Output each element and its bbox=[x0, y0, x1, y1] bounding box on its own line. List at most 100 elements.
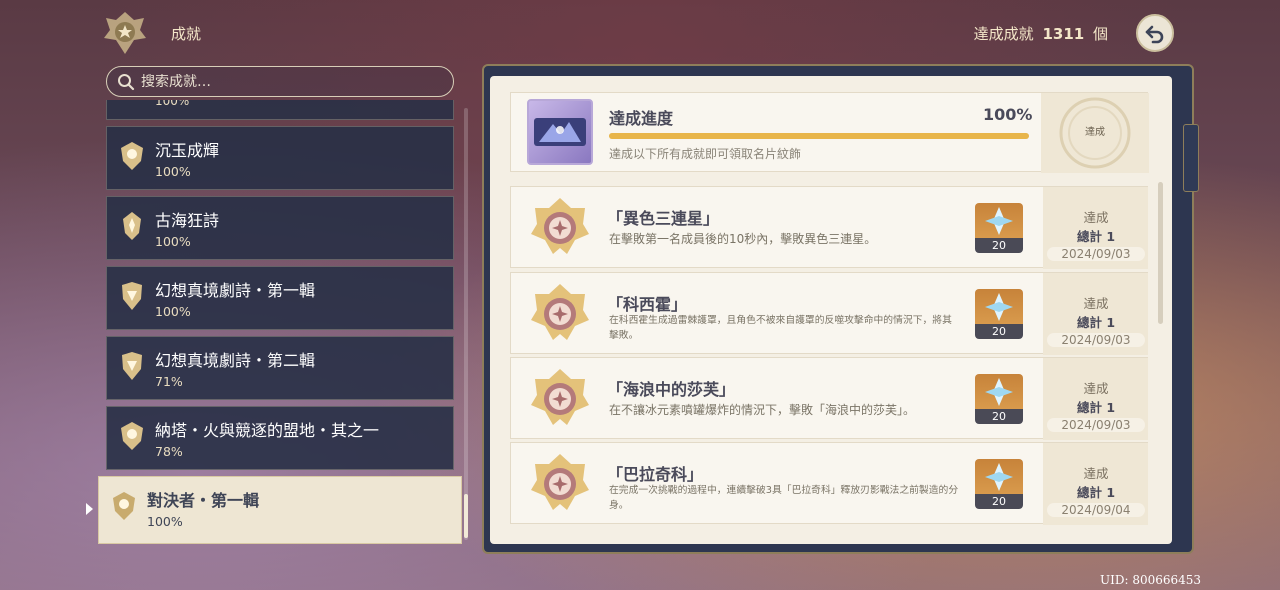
status-label: 達成 bbox=[1083, 381, 1109, 396]
achievement-medal-icon bbox=[531, 454, 589, 510]
completion-date: 2024/09/03 bbox=[1047, 247, 1145, 261]
category-name: 古海狂詩 bbox=[155, 211, 220, 230]
category-name: 沉玉成輝 bbox=[155, 141, 220, 160]
category-crest-icon bbox=[121, 142, 143, 170]
progress-description: 達成以下所有成就即可領取名片紋飾 bbox=[609, 147, 802, 161]
primogem-icon bbox=[985, 207, 1013, 235]
category-item-selected[interactable]: 對決者・第一輯 100% bbox=[98, 476, 462, 544]
achievement-status: 達成 總計 1 2024/09/03 bbox=[1043, 358, 1148, 440]
completed-seal: 達成 bbox=[1041, 93, 1149, 173]
category-percent: 100% bbox=[155, 100, 190, 108]
achievement-list[interactable]: 「異色三連星」 在擊敗第一名成員後的10秒內，擊敗異色三連星。 20 達成 總計… bbox=[510, 186, 1148, 544]
achievement-row[interactable]: 「海浪中的莎芙」 在不讓冰元素噴罐爆炸的情況下，擊敗「海浪中的莎芙」。 20 達… bbox=[510, 357, 1148, 440]
category-percent: 78% bbox=[155, 444, 183, 459]
status-total: 總計 1 bbox=[1076, 315, 1116, 330]
achievement-description: 在完成一次挑戰的過程中，連續擊破3具「巴拉奇科」釋放刃影戰法之前製造的分身。 bbox=[609, 485, 959, 511]
progress-bar bbox=[609, 133, 1029, 139]
achievement-medal-icon bbox=[531, 284, 589, 340]
count-value: 1311 bbox=[1042, 25, 1085, 43]
primogem-icon bbox=[985, 378, 1013, 406]
achievement-description: 在不讓冰元素噴罐爆炸的情況下，擊敗「海浪中的莎芙」。 bbox=[609, 403, 916, 417]
achievement-medal-icon bbox=[531, 198, 589, 254]
search-input[interactable] bbox=[141, 73, 441, 90]
player-uid: UID: 800666453 bbox=[1100, 573, 1202, 587]
achievement-status: 達成 總計 1 2024/09/03 bbox=[1043, 273, 1148, 355]
completion-date: 2024/09/03 bbox=[1047, 333, 1145, 347]
achievement-trophy-icon bbox=[104, 12, 146, 54]
status-total: 總計 1 bbox=[1076, 485, 1116, 500]
status-total: 總計 1 bbox=[1076, 400, 1116, 415]
achievement-description: 在擊敗第一名成員後的10秒內，擊敗異色三連星。 bbox=[609, 232, 877, 246]
category-name: 幻想真境劇詩・第一輯 bbox=[155, 281, 316, 300]
category-name: 幻想真境劇詩・第二輯 bbox=[155, 351, 316, 370]
primogem-icon bbox=[985, 293, 1013, 321]
category-item-partial[interactable]: 100% bbox=[106, 100, 454, 120]
reward-count: 20 bbox=[992, 495, 1006, 508]
back-button[interactable] bbox=[1136, 14, 1174, 52]
status-total: 總計 1 bbox=[1076, 229, 1116, 244]
reward-count: 20 bbox=[992, 325, 1006, 338]
category-item[interactable]: 幻想真境劇詩・第二輯 71% bbox=[106, 336, 454, 400]
completion-date: 2024/09/03 bbox=[1047, 418, 1145, 432]
category-crest-icon bbox=[121, 422, 143, 450]
page-title: 成就 bbox=[171, 25, 202, 43]
achievement-status: 達成 總計 1 2024/09/03 bbox=[1043, 187, 1148, 269]
category-item[interactable]: 沉玉成輝 100% bbox=[106, 126, 454, 190]
status-label: 達成 bbox=[1083, 466, 1109, 481]
book-spine bbox=[1183, 124, 1199, 192]
progress-title: 達成進度 bbox=[609, 109, 674, 128]
category-item[interactable]: 納塔・火與競逐的盟地・其之一 78% bbox=[106, 406, 454, 470]
search-icon bbox=[118, 73, 135, 90]
primogem-icon bbox=[985, 463, 1013, 491]
achievement-count: 達成成就 1311 個 bbox=[974, 23, 1108, 44]
status-label: 達成 bbox=[1083, 296, 1109, 311]
category-name: 對決者・第一輯 bbox=[147, 491, 260, 510]
category-scrollbar-thumb[interactable] bbox=[464, 494, 468, 538]
achievement-title: 「巴拉奇科」 bbox=[607, 465, 704, 484]
selection-pointer-icon bbox=[86, 503, 93, 515]
achievement-row[interactable]: 「巴拉奇科」 在完成一次挑戰的過程中，連續擊破3具「巴拉奇科」釋放刃影戰法之前製… bbox=[510, 442, 1148, 525]
progress-fill bbox=[609, 133, 1029, 139]
namecard-icon bbox=[534, 118, 586, 146]
search-bar[interactable] bbox=[106, 66, 454, 97]
count-unit: 個 bbox=[1092, 25, 1108, 43]
achievement-scrollbar-thumb[interactable] bbox=[1158, 182, 1163, 324]
reward-count: 20 bbox=[992, 410, 1006, 423]
category-item[interactable]: 幻想真境劇詩・第一輯 100% bbox=[106, 266, 454, 330]
category-percent: 100% bbox=[155, 304, 191, 319]
primogem-reward[interactable]: 20 bbox=[975, 459, 1023, 509]
category-name: 納塔・火與競逐的盟地・其之一 bbox=[155, 421, 380, 440]
reward-count: 20 bbox=[992, 239, 1006, 252]
count-label: 達成成就 bbox=[973, 25, 1034, 43]
category-percent: 100% bbox=[147, 514, 183, 529]
completion-date: 2024/09/04 bbox=[1047, 503, 1145, 517]
primogem-reward[interactable]: 20 bbox=[975, 374, 1023, 424]
achievement-title: 「科西霍」 bbox=[607, 295, 688, 314]
category-scrollbar[interactable] bbox=[464, 108, 468, 540]
progress-percent: 100% bbox=[983, 105, 1033, 124]
status-label: 達成 bbox=[1083, 210, 1109, 225]
category-percent: 100% bbox=[155, 164, 191, 179]
back-arrow-icon bbox=[1145, 25, 1164, 44]
namecard-reward-image[interactable] bbox=[527, 99, 593, 165]
category-crest-icon bbox=[122, 282, 142, 310]
achievement-medal-icon bbox=[531, 369, 589, 425]
category-crest-icon bbox=[122, 352, 142, 380]
primogem-reward[interactable]: 20 bbox=[975, 203, 1023, 253]
achievement-row[interactable]: 「異色三連星」 在擊敗第一名成員後的10秒內，擊敗異色三連星。 20 達成 總計… bbox=[510, 186, 1148, 269]
achievement-status: 達成 總計 1 2024/09/04 bbox=[1043, 443, 1148, 525]
progress-card: 達成進度 100% 達成以下所有成就即可領取名片紋飾 達成 bbox=[510, 92, 1149, 173]
achievement-title: 「異色三連星」 bbox=[607, 209, 720, 228]
category-crest-icon bbox=[113, 492, 135, 520]
category-percent: 100% bbox=[155, 234, 191, 249]
achievement-description: 在科西霍生成過雷棘護罩，且角色不被來自護罩的反噬攻擊命中的情況下，將其擊敗。 bbox=[609, 315, 952, 341]
category-item[interactable]: 古海狂詩 100% bbox=[106, 196, 454, 260]
category-list[interactable]: 100% 沉玉成輝 100% 古海狂詩 100% 幻想真境劇詩・第一輯 100%… bbox=[98, 100, 470, 550]
category-crest-icon bbox=[123, 212, 141, 240]
primogem-reward[interactable]: 20 bbox=[975, 289, 1023, 339]
achievement-panel: 達成進度 100% 達成以下所有成就即可領取名片紋飾 達成 「異色三連星」 在擊… bbox=[490, 76, 1172, 544]
seal-label: 達成 bbox=[1085, 127, 1105, 138]
category-percent: 71% bbox=[155, 374, 183, 389]
achievement-title: 「海浪中的莎芙」 bbox=[607, 380, 736, 399]
achievement-row[interactable]: 「科西霍」 在科西霍生成過雷棘護罩，且角色不被來自護罩的反噬攻擊命中的情況下，將… bbox=[510, 272, 1148, 355]
